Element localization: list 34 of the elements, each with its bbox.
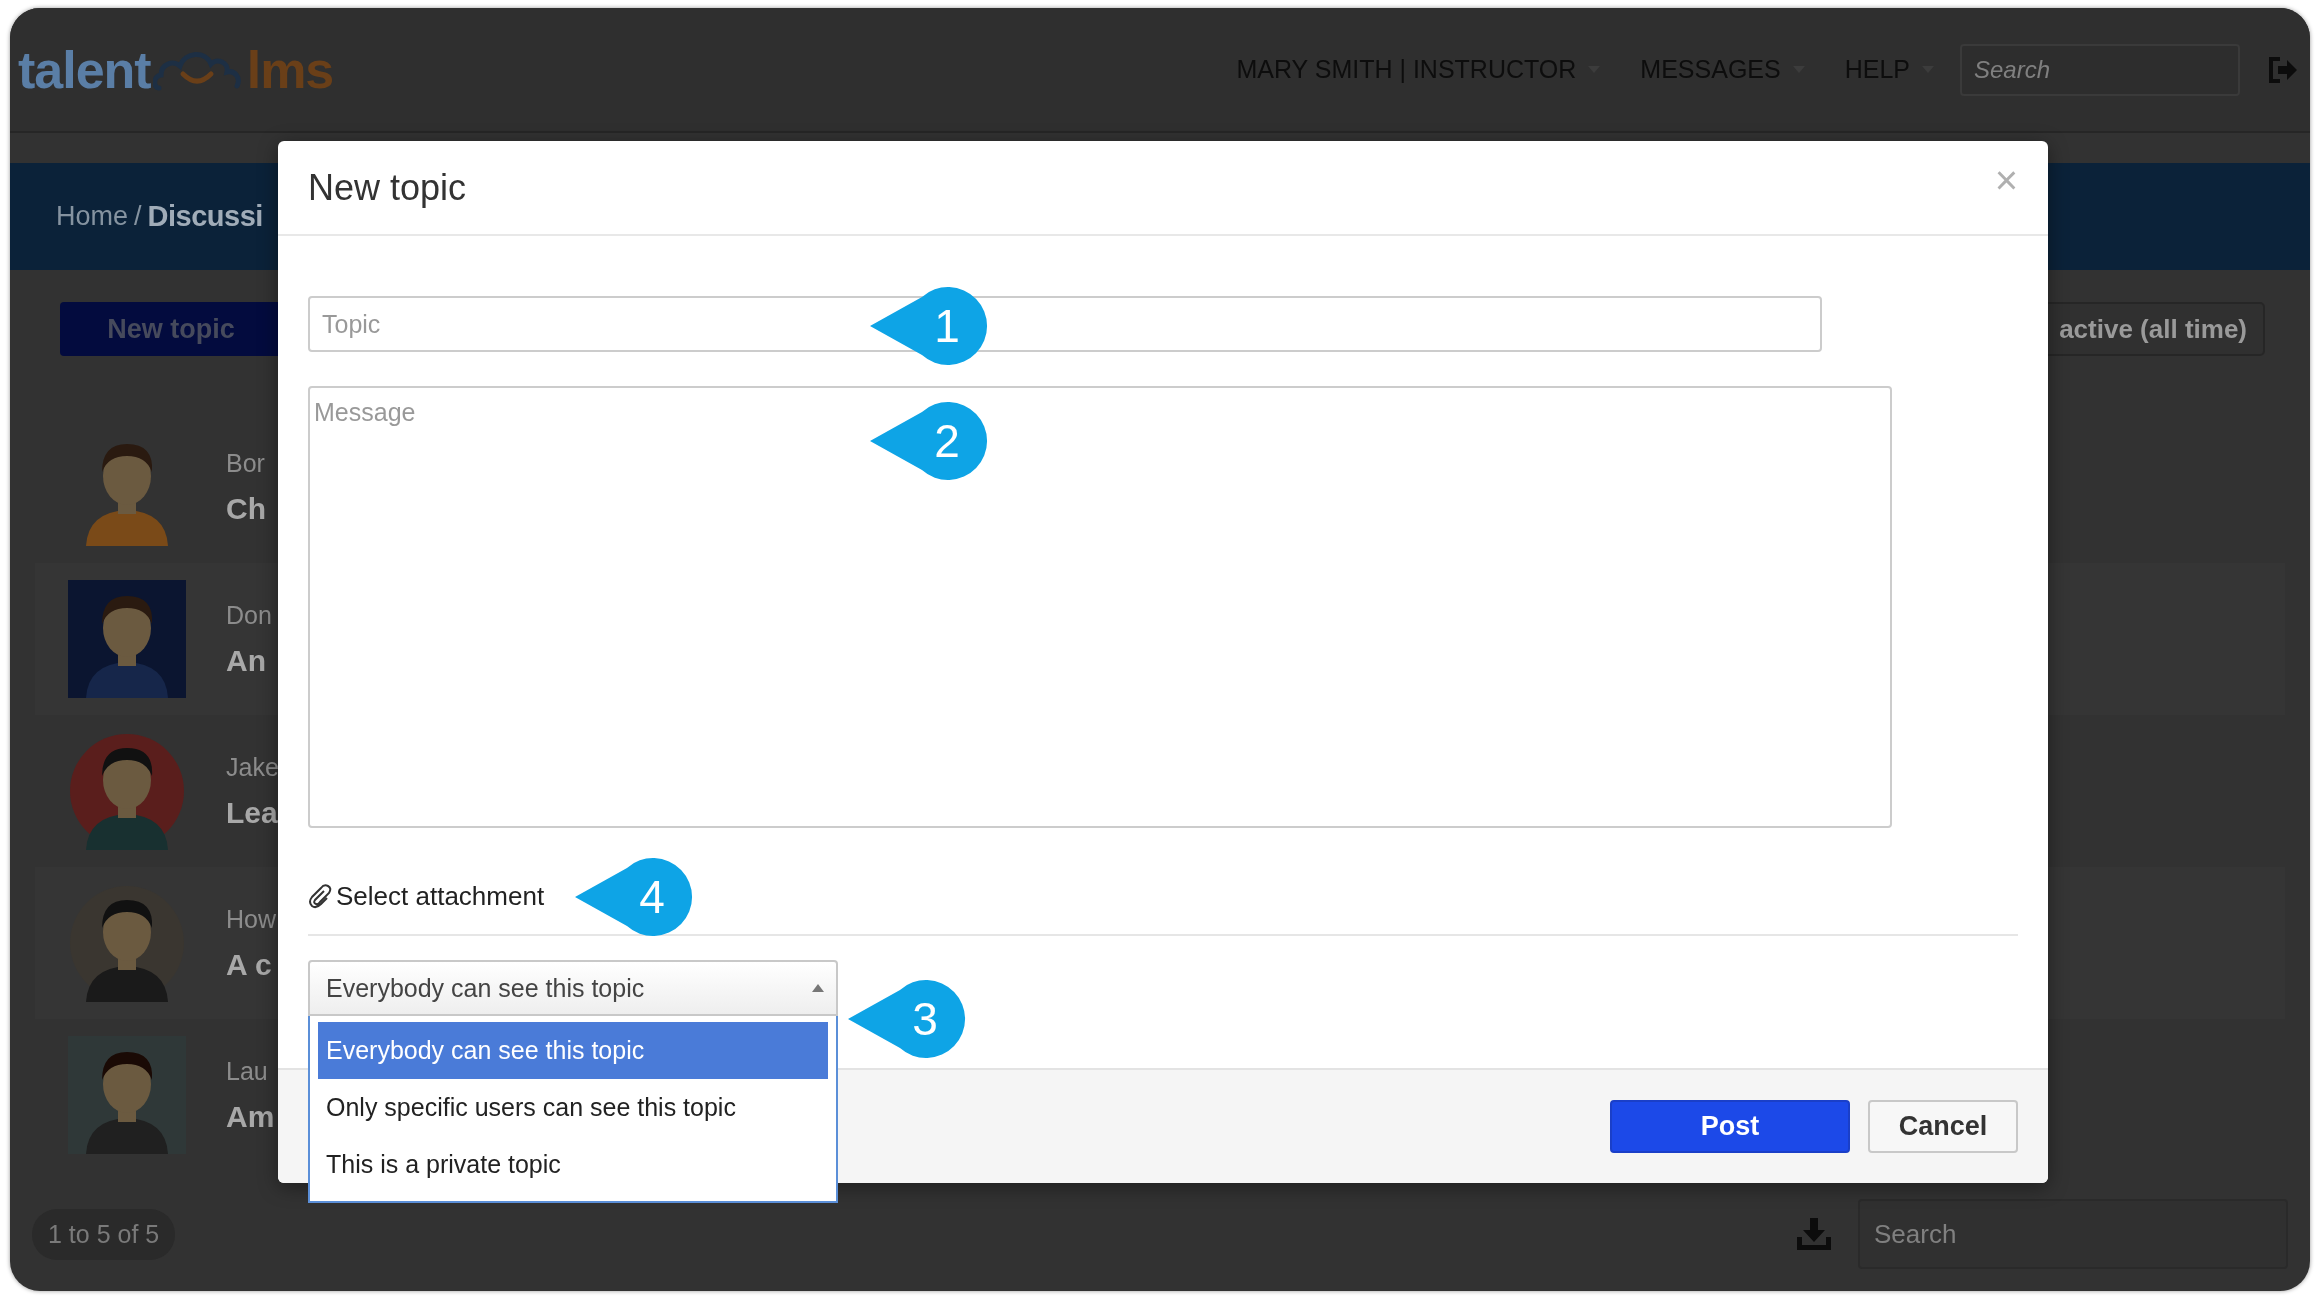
topic-title[interactable]: An <box>226 643 272 678</box>
breadcrumb-separator: / <box>134 201 142 232</box>
dropdown-option[interactable]: Only specific users can see this topic <box>318 1079 828 1136</box>
caret-icon <box>812 984 824 992</box>
author-name: Lau <box>226 1056 269 1086</box>
topic-title[interactable]: A c <box>226 947 276 982</box>
post-button[interactable]: Post <box>1610 1100 1850 1153</box>
logout-icon[interactable] <box>2268 56 2298 83</box>
dropdown-option[interactable]: This is a private topic <box>318 1136 828 1193</box>
step-callout: 3 <box>848 980 966 1058</box>
dropdown-option[interactable]: Everybody can see this topic <box>318 1022 828 1079</box>
cancel-button[interactable]: Cancel <box>1868 1100 2018 1153</box>
logo-text: lms <box>246 39 334 100</box>
pagination-info: 1 to 5 of 5 <box>32 1208 176 1260</box>
select-attachment-link[interactable]: Select attachment <box>336 880 545 912</box>
visibility-select[interactable]: Everybody can see this topic <box>308 960 838 1016</box>
step-callout: 2 <box>870 402 988 480</box>
topic-title[interactable]: Lea <box>226 795 279 830</box>
breadcrumb-current: Discussi <box>147 200 263 233</box>
author-name: Bor <box>226 448 266 478</box>
breadcrumb-link[interactable]: Home <box>56 201 129 232</box>
paperclip-icon <box>308 883 332 909</box>
author-name: Don <box>226 600 272 630</box>
author-name: How <box>226 904 276 934</box>
step-callout: 1 <box>870 287 988 365</box>
topic-title[interactable]: Ch <box>226 491 266 526</box>
search-field[interactable]: Search <box>1960 43 2240 96</box>
dialog-title: New topic <box>308 166 467 209</box>
step-callout: 4 <box>575 858 693 936</box>
download-icon[interactable] <box>1796 1217 1832 1251</box>
search-field[interactable]: Search <box>1858 1199 2288 1269</box>
logo-text: talent <box>18 39 151 100</box>
topic-title[interactable]: Am <box>226 1099 275 1134</box>
author-name: Jake <box>226 752 279 782</box>
